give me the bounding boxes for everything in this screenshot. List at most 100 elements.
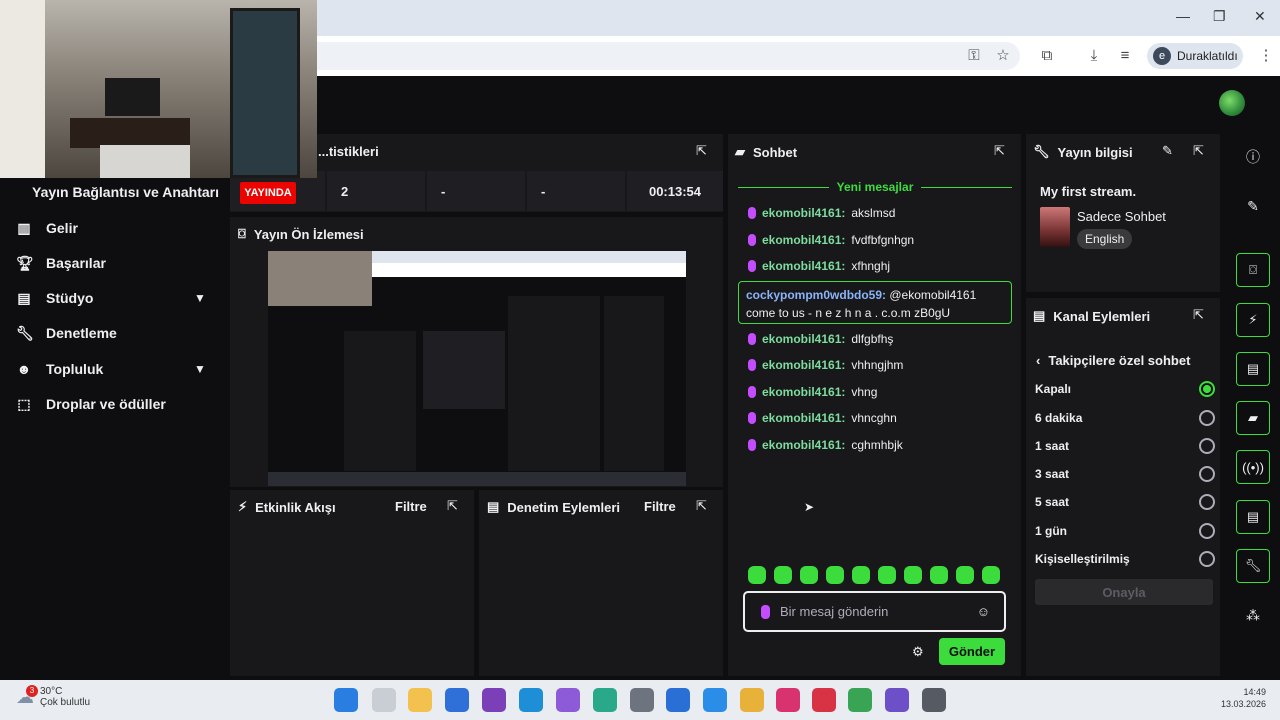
chat-message-input[interactable]: Bir mesaj gönderin ☺	[743, 591, 1006, 632]
extensions-icon[interactable]: ⁂	[1236, 598, 1270, 632]
app-icon[interactable]	[482, 688, 506, 712]
emote-icon[interactable]	[774, 566, 792, 584]
media-queue-icon[interactable]: ≡	[1115, 46, 1135, 66]
edit-pencil-icon[interactable]: ✎	[1162, 143, 1173, 159]
app-icon[interactable]	[812, 688, 836, 712]
edge-icon[interactable]	[593, 688, 617, 712]
popout-icon[interactable]: ⇱	[1193, 143, 1204, 159]
option-custom[interactable]: Kişiselleştirilmiş	[1035, 549, 1215, 569]
chat-username[interactable]: ekomobil4161:	[762, 259, 845, 273]
radio[interactable]	[1199, 551, 1215, 567]
option-off[interactable]: Kapalı	[1035, 379, 1215, 399]
emote-icon[interactable]	[904, 566, 922, 584]
confirm-button[interactable]: Onayla	[1035, 579, 1213, 605]
emote-icon[interactable]	[800, 566, 818, 584]
option-1h[interactable]: 1 saat	[1035, 436, 1215, 456]
chat-username[interactable]: ekomobil4161:	[762, 438, 845, 452]
nav-item-achievements[interactable]: 🏆︎ Başarılar	[16, 249, 216, 277]
nav-stream-key[interactable]: Yayın Bağlantısı ve Anahtarı	[32, 184, 219, 200]
nav-item-community[interactable]: ☻ Topluluk	[16, 355, 216, 383]
chat-username[interactable]: cockypompm0wdbdo59:	[746, 288, 886, 302]
extensions-icon[interactable]: ⧉	[1037, 46, 1057, 66]
emote-icon[interactable]	[878, 566, 896, 584]
app-icon[interactable]	[922, 688, 946, 712]
emote-icon[interactable]	[930, 566, 948, 584]
chat-username[interactable]: ekomobil4161:	[762, 385, 845, 399]
radio[interactable]	[1199, 466, 1215, 482]
moderation-filter-button[interactable]: Filtre	[644, 499, 676, 514]
key-icon[interactable]: ⚿	[964, 46, 984, 66]
chrome-icon[interactable]	[848, 688, 872, 712]
chat-username[interactable]: ekomobil4161:	[762, 233, 845, 247]
popout-icon[interactable]: ⇱	[1193, 307, 1204, 323]
stream-category[interactable]: Sadece Sohbet	[1077, 209, 1166, 224]
task-view-icon[interactable]	[372, 688, 396, 712]
activity-filter-button[interactable]: Filtre	[395, 499, 427, 514]
chat-settings-gear-icon[interactable]: ⚙	[912, 644, 924, 660]
system-clock[interactable]: 14:49 13.03.2026	[1212, 686, 1266, 710]
edit-icon[interactable]: ✎	[1236, 189, 1270, 223]
nav-item-moderation[interactable]: 🔧︎ Denetleme	[16, 319, 216, 347]
actions-icon[interactable]: ▤	[1236, 500, 1270, 534]
lightning-icon[interactable]: ⚡︎	[1236, 303, 1270, 337]
popout-icon[interactable]: ⇱	[994, 143, 1005, 159]
emoji-icon[interactable]: ☺	[977, 604, 990, 619]
followers-only-back[interactable]: ‹ Takipçilere özel sohbet	[1036, 353, 1190, 368]
app-icon[interactable]	[703, 688, 727, 712]
language-tag[interactable]: English	[1077, 229, 1133, 249]
camera-icon[interactable]: ⌼	[1236, 253, 1270, 287]
chat-username[interactable]: ekomobil4161:	[762, 411, 845, 425]
chevron-left-icon[interactable]: ‹	[1036, 353, 1040, 368]
maximize-icon[interactable]: ❐	[1213, 8, 1226, 25]
emote-icon[interactable]	[826, 566, 844, 584]
copilot-icon[interactable]	[556, 688, 580, 712]
send-button[interactable]: Gönder	[939, 638, 1005, 665]
radio-selected[interactable]	[1199, 381, 1215, 397]
app-icon[interactable]	[519, 688, 543, 712]
option-5h[interactable]: 5 saat	[1035, 492, 1215, 512]
broadcast-icon[interactable]: ((•))	[1236, 450, 1270, 484]
info-icon[interactable]: ⓘ	[1236, 140, 1270, 174]
wrench-icon[interactable]: 🔧︎	[1236, 549, 1270, 583]
option-6min[interactable]: 6 dakika	[1035, 408, 1215, 428]
radio[interactable]	[1199, 410, 1215, 426]
radio[interactable]	[1199, 438, 1215, 454]
option-3h[interactable]: 3 saat	[1035, 464, 1215, 484]
instagram-icon[interactable]	[776, 688, 800, 712]
start-icon[interactable]	[334, 688, 358, 712]
popout-icon[interactable]: ⇱	[696, 143, 707, 159]
chat-username[interactable]: ekomobil4161:	[762, 206, 845, 220]
chevron-down-icon[interactable]: ▼	[194, 362, 206, 376]
calculator-icon[interactable]	[630, 688, 654, 712]
notes-icon[interactable]	[740, 688, 764, 712]
chat-username[interactable]: ekomobil4161:	[762, 332, 845, 346]
minimize-icon[interactable]: —	[1176, 8, 1190, 24]
chat-username[interactable]: ekomobil4161:	[762, 358, 845, 372]
popout-icon[interactable]: ⇱	[447, 498, 458, 514]
emote-icon[interactable]	[748, 566, 766, 584]
stream-preview-video[interactable]	[268, 251, 686, 486]
radio[interactable]	[1199, 494, 1215, 510]
mic-icon[interactable]	[761, 604, 770, 619]
nav-item-drops[interactable]: ⬚ Droplar ve ödüller	[16, 390, 216, 418]
log-icon[interactable]: ▤	[1236, 352, 1270, 386]
browser-menu-icon[interactable]: ⋮	[1256, 46, 1276, 66]
nav-item-studio[interactable]: ▤ Stüdyo	[16, 284, 216, 312]
chevron-down-icon[interactable]: ▼	[194, 291, 206, 305]
emote-icon[interactable]	[852, 566, 870, 584]
option-1d[interactable]: 1 gün	[1035, 521, 1215, 541]
app-icon[interactable]	[666, 688, 690, 712]
address-bar[interactable]	[250, 42, 1020, 70]
user-avatar[interactable]	[1219, 90, 1245, 116]
store-icon[interactable]	[445, 688, 469, 712]
app-icon[interactable]	[885, 688, 909, 712]
file-explorer-icon[interactable]	[408, 688, 432, 712]
radio[interactable]	[1199, 523, 1215, 539]
popout-icon[interactable]: ⇱	[696, 498, 707, 514]
chat-icon[interactable]: ▰	[1236, 401, 1270, 435]
emote-icon[interactable]	[956, 566, 974, 584]
nav-item-revenue[interactable]: ▥ Gelir	[16, 214, 216, 242]
profile-button[interactable]: e Duraklatıldı	[1147, 43, 1243, 69]
emote-icon[interactable]	[982, 566, 1000, 584]
bookmark-star-icon[interactable]: ☆	[993, 46, 1013, 66]
